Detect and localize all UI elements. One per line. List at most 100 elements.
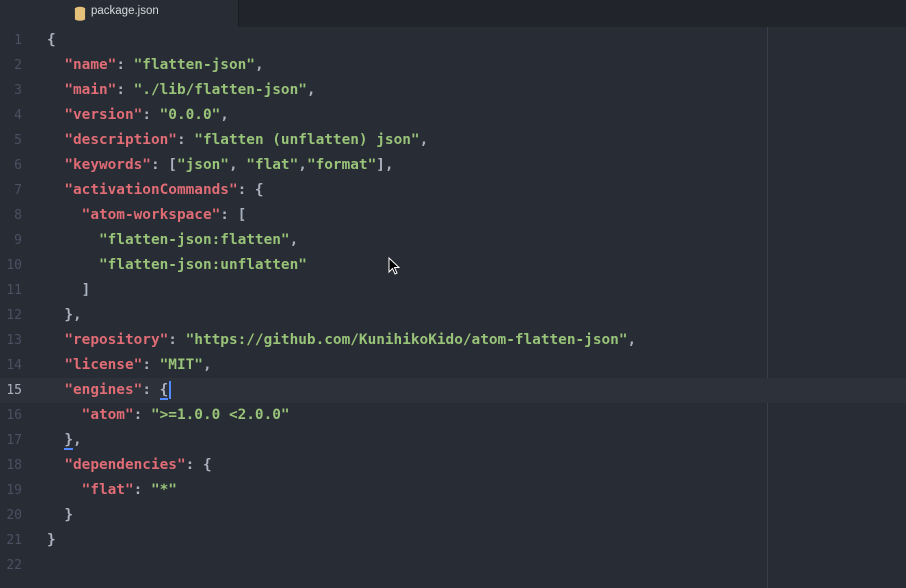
line-number: 19 [6,483,22,498]
code-text: "keywords": ["json", "flat","format"], [47,153,393,178]
line-number: 13 [6,333,22,348]
json-key: "flat" [81,482,134,498]
code-text: { [47,28,56,53]
code-text: "repository": "https://github.com/Kunihi… [47,328,636,353]
code-line[interactable]: 9 "flatten-json:flatten", [0,228,906,253]
line-number: 2 [14,58,22,73]
code-line[interactable]: 5 "description": "flatten (unflatten) js… [0,128,906,153]
code-line[interactable]: 3 "main": "./lib/flatten-json", [0,78,906,103]
line-number: 4 [14,108,22,123]
punctuation [47,457,64,473]
line-number: 1 [14,33,22,48]
punctuation: , [419,132,429,148]
punctuation: ] [47,282,91,298]
code-editor[interactable]: 1{2 "name": "flatten-json", 3 "main": "./… [0,27,906,588]
line-number: 16 [6,408,22,423]
code-line[interactable]: 12 }, [0,303,906,328]
code-line[interactable]: 20 } [0,503,906,528]
punctuation [47,132,64,148]
punctuation [47,432,64,448]
punctuation [47,332,64,348]
code-text: "engines": { [47,378,169,403]
line-number: 21 [6,533,22,548]
punctuation [47,407,82,423]
line-number: 5 [14,133,22,148]
code-text: "flat": "*" [47,478,177,503]
json-string: "json" [176,157,229,173]
punctuation: } [47,507,73,523]
code-text: } [47,503,73,528]
code-line[interactable]: 16 "atom": ">=1.0.0 <2.0.0" [0,403,906,428]
json-string: "flatten-json:unflatten" [98,257,307,273]
code-line[interactable]: 4 "version": "0.0.0", [0,103,906,128]
json-string: "flatten (unflatten) json" [194,132,420,148]
code-line[interactable]: 10 "flatten-json:unflatten" [0,253,906,278]
punctuation: { [47,32,56,48]
code-line[interactable]: 15 "engines": { [0,378,906,403]
punctuation: , [73,432,82,448]
mouse-pointer-icon [388,257,401,275]
code-text: }, [47,303,81,328]
json-key: "atom" [81,407,134,423]
code-line[interactable]: 17 }, [0,428,906,453]
punctuation [47,482,82,498]
line-number: 20 [6,508,22,523]
code-text: "flatten-json:unflatten" [47,253,307,278]
punctuation: : { [185,457,212,473]
punctuation [47,232,99,248]
code-line[interactable]: 1{ [0,28,906,53]
code-line[interactable]: 2 "name": "flatten-json", [0,53,906,78]
line-number: 17 [6,433,22,448]
code-text: "version": "0.0.0", [47,103,229,128]
code-text: "name": "flatten-json", [47,53,264,78]
code-text: "main": "./lib/flatten-json", [47,78,316,103]
json-string: "https://github.com/KunihikoKido/atom-fl… [185,332,628,348]
json-string: "flatten-json:flatten" [98,232,290,248]
punctuation: : [142,357,160,373]
punctuation: , [306,82,316,98]
code-line[interactable]: 13 "repository": "https://github.com/Kun… [0,328,906,353]
code-line[interactable]: 14 "license": "MIT", [0,353,906,378]
code-line[interactable]: 18 "dependencies": { [0,453,906,478]
json-key: "activationCommands" [64,182,238,198]
code-text: } [47,528,56,553]
code-line[interactable]: 7 "activationCommands": { [0,178,906,203]
text-caret [169,381,171,399]
matched-bracket: { [159,382,169,400]
punctuation: : [ [220,207,247,223]
line-number: 14 [6,358,22,373]
tab-package-json[interactable]: package.json [0,0,239,27]
punctuation: : [116,57,134,73]
json-key: "name" [64,57,117,73]
matched-bracket: } [64,432,73,450]
code-line[interactable]: 6 "keywords": ["json", "flat","format"], [0,153,906,178]
line-number: 6 [14,158,22,173]
punctuation [47,382,64,398]
punctuation: , [202,357,212,373]
punctuation: : [142,382,160,398]
punctuation: : [133,482,151,498]
code-text: "license": "MIT", [47,353,212,378]
punctuation [47,82,64,98]
code-text: "dependencies": { [47,453,212,478]
json-string: "flatten-json" [133,57,255,73]
code-text: "activationCommands": { [47,178,263,203]
json-string: "0.0.0" [159,107,221,123]
code-line[interactable]: 8 "atom-workspace": [ [0,203,906,228]
json-string: "flat" [246,157,299,173]
line-number: 12 [6,308,22,323]
json-string: "*" [150,482,177,498]
code-line[interactable]: 19 "flat": "*" [0,478,906,503]
json-string: "MIT" [159,357,203,373]
line-number: 22 [6,558,22,573]
line-number: 8 [14,208,22,223]
json-key: "repository" [64,332,169,348]
json-string: "format" [306,157,377,173]
line-number: 11 [6,283,22,298]
code-line[interactable]: 21} [0,528,906,553]
code-line[interactable]: 22 [0,553,906,578]
punctuation: , [627,332,637,348]
code-line[interactable]: 11 ] [0,278,906,303]
punctuation: , [254,57,264,73]
punctuation [47,357,64,373]
